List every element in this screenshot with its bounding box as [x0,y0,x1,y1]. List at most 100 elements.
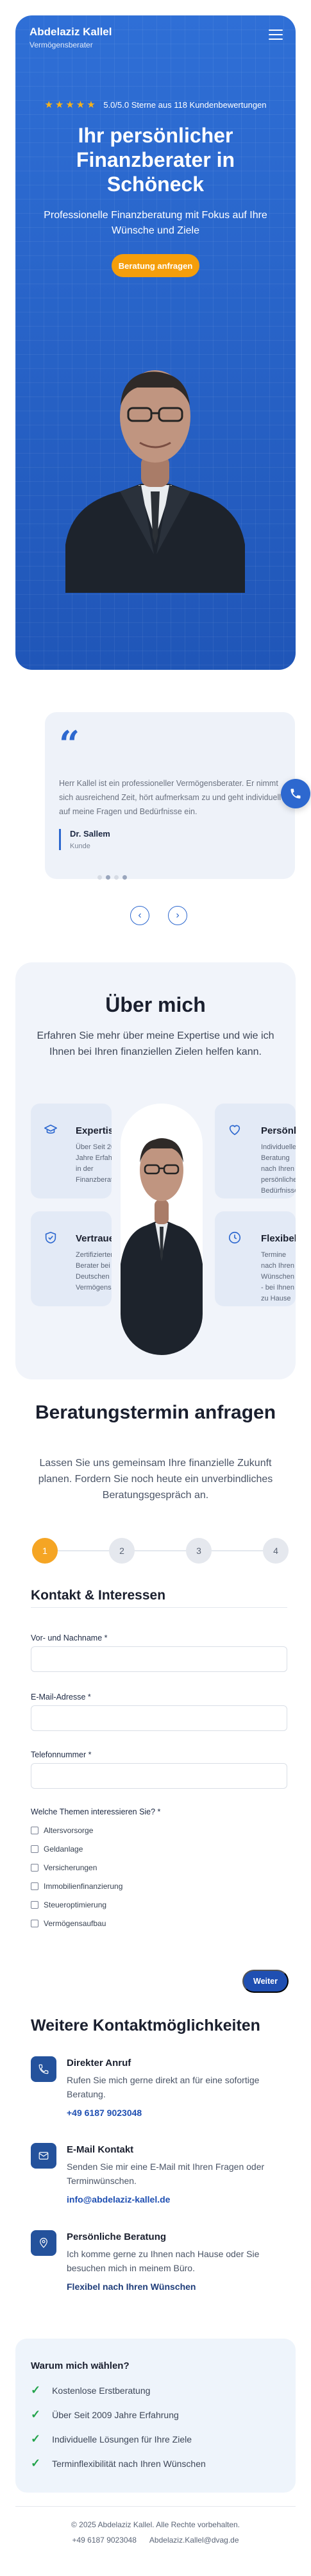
contact-title: Weitere Kontaktmöglichkeiten [31,2017,260,2034]
contact-personal: Persönliche Beratung Ich komme gerne zu … [31,2230,294,2301]
check-icon: ✓ [31,2384,41,2396]
topic-checkbox[interactable]: Versicherungen [31,1863,97,1872]
email-field[interactable] [31,1705,287,1731]
contact-item-title: E-Mail Kontakt [67,2144,134,2155]
topic-checkbox[interactable]: Steueroptimierung [31,1900,106,1909]
topic-label: Steueroptimierung [44,1900,107,1909]
feature-title: Persönlich [261,1125,296,1136]
topic-label: Altersvorsorge [44,1826,94,1835]
feature-card-personal: Persönlich Individuelle Beratung nach Ih… [215,1104,296,1198]
topics-label: Welche Themen interessieren Sie? * [31,1807,161,1816]
contact-item-description: Senden Sie mir eine E-Mail mit Ihren Fra… [67,2162,265,2186]
carousel-dot-active[interactable] [106,875,110,880]
footer-contact: +49 6187 9023048 Abdelaziz.Kallel@dvag.d… [0,2536,311,2545]
topic-checkbox[interactable]: Altersvorsorge [31,1826,93,1835]
check-icon: ✓ [31,2408,41,2421]
feature-card-expertise: Expertise Über Seit 2009 Jahre Erfahrung… [31,1104,112,1198]
carousel-dot[interactable] [97,875,102,880]
topic-label: Geldanlage [44,1845,83,1854]
check-icon: ✓ [31,2432,41,2445]
checkbox[interactable] [31,1864,38,1872]
floating-phone-button[interactable] [281,779,310,808]
booking-title: Beratungstermin anfragen [35,1402,276,1423]
topic-checkbox[interactable]: Geldanlage [31,1845,83,1854]
form-stepper: 1 2 3 4 [32,1538,289,1564]
about-portrait [121,1104,203,1355]
footer-divider [15,2506,296,2507]
why-item: ✓ Individuelle Lösungen für Ihre Ziele [31,2432,192,2446]
footer-email-link[interactable]: Abdelaziz.Kallel@dvag.de [149,2536,239,2545]
contact-email: E-Mail Kontakt Senden Sie mir eine E-Mai… [31,2143,294,2213]
quote-icon: “ [59,723,80,765]
checkbox[interactable] [31,1882,38,1890]
rating-text: 5.0/5.0 Sterne aus 118 Kundenbewertungen [103,100,267,110]
why-title: Warum mich wählen? [31,2360,130,2371]
topic-label: Versicherungen [44,1863,97,1872]
feature-description: Zertifizierter Berater bei der Deutschen… [76,1251,112,1292]
step-3[interactable]: 3 [186,1538,212,1564]
step-2[interactable]: 2 [109,1538,135,1564]
clock-icon [228,1231,241,1244]
feature-card-flexible: Flexibel Termine nach Ihren Wünschen - b… [215,1211,296,1306]
step-4[interactable]: 4 [263,1538,289,1564]
step-1[interactable]: 1 [32,1538,58,1564]
phone-icon [290,789,301,799]
brand[interactable]: Abdelaziz Kallel Vermögensberater [29,26,112,49]
footer-copyright: © 2025 Abdelaziz Kallel. Alle Rechte vor… [71,2520,240,2529]
stepper-line [45,1550,276,1551]
contact-item-description: Ich komme gerne zu Ihnen nach Hause oder… [67,2249,260,2273]
check-icon: ✓ [31,2457,41,2469]
brand-name: Abdelaziz Kallel [29,26,112,38]
carousel-dots [97,875,127,880]
advisor-portrait [65,370,245,593]
checkbox[interactable] [31,1845,38,1853]
feature-description: Über Seit 2009 Jahre Erfahrung in der Fi… [76,1143,112,1184]
feature-description: Individuelle Beratung nach Ihren persönl… [261,1143,296,1195]
topic-label: Immobilienfinanzierung [44,1882,123,1891]
testimonial-author-name: Dr. Sallem [70,829,110,839]
why-item-label: Kostenlose Erstberatung [52,2385,151,2396]
topic-checkbox[interactable]: Vermögensaufbau [31,1919,106,1928]
footer-phone-link[interactable]: +49 6187 9023048 [72,2536,136,2545]
email-link[interactable]: info@abdelaziz-kallel.de [67,2194,170,2205]
heart-icon [229,1125,240,1136]
consultation-request-button[interactable]: Beratung anfragen [112,254,199,277]
booking-subtitle: Lassen Sie uns gemeinsam Ihre finanziell… [38,1458,273,1501]
checkbox[interactable] [31,1920,38,1927]
feature-card-trust: Vertrauen Zertifizierter Berater bei der… [31,1211,112,1306]
checkbox[interactable] [31,1901,38,1909]
phone-icon [31,2056,56,2082]
checkbox[interactable] [31,1827,38,1834]
why-item-label: Individuelle Lösungen für Ihre Ziele [52,2434,192,2444]
mail-icon [31,2143,56,2169]
graduation-cap-icon [44,1124,57,1134]
rating-line: ★★★★★ 5.0/5.0 Sterne aus 118 Kundenbewer… [15,99,296,110]
star-rating-icon: ★★★★★ [44,99,97,110]
why-item: ✓ Terminflexibilität nach Ihren Wünschen [31,2457,206,2470]
feature-title: Expertise [76,1125,112,1136]
next-button[interactable]: Weiter [242,1970,289,1993]
topic-checkbox[interactable]: Immobilienfinanzierung [31,1882,122,1891]
phone-link[interactable]: +49 6187 9023048 [67,2108,142,2118]
carousel-dot[interactable] [114,875,119,880]
name-field[interactable] [31,1646,287,1672]
brand-subtitle: Vermögensberater [29,40,93,49]
flexible-note: Flexibel nach Ihren Wünschen [67,2282,196,2292]
menu-icon[interactable] [269,30,283,41]
contact-item-title: Direkter Anruf [67,2058,131,2068]
phone-field[interactable] [31,1763,287,1789]
about-subtitle: Erfahren Sie mehr über meine Expertise u… [37,1030,274,1057]
about-section: Über mich Erfahren Sie mehr über meine E… [15,962,296,1379]
feature-title: Flexibel [261,1233,296,1244]
carousel-next-button[interactable]: › [168,906,187,925]
carousel-dot-active[interactable] [122,875,127,880]
shield-check-icon [45,1231,56,1244]
testimonial-author-role: Kunde [70,842,90,850]
feature-description: Termine nach Ihren Wünschen - bei Ihnen … [261,1251,294,1306]
form-title: Kontakt & Interessen [31,1588,166,1603]
why-item: ✓ Kostenlose Erstberatung [31,2384,150,2397]
feature-title: Vertrauen [76,1233,112,1244]
testimonial-card: “ Herr Kallel ist ein professioneller Ve… [45,712,295,879]
carousel-prev-button[interactable]: ‹ [130,906,149,925]
topic-label: Vermögensaufbau [44,1919,106,1928]
